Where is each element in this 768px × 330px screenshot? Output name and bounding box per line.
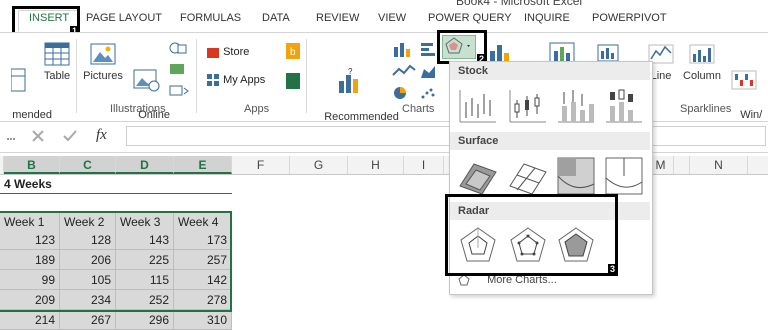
annotation-number-3: 3 [608,264,618,274]
sparkline-column-label: Column [683,70,721,82]
column-header-c[interactable]: C [60,156,116,174]
svg-text:b: b [290,47,296,58]
cancel-icon[interactable] [30,128,46,147]
title-row-border [0,193,232,194]
tab-review[interactable]: REVIEW [316,12,359,30]
bar-chart-icon[interactable] [420,41,436,60]
charts-group-label: Charts [402,103,435,115]
column-header-i[interactable]: I [404,156,444,174]
table-button[interactable]: Table [40,41,74,83]
column-header-d[interactable]: D [116,156,174,174]
column-header-e[interactable]: E [174,156,232,174]
3d-surface-chart[interactable] [456,154,500,198]
line-chart-icon[interactable] [392,63,416,82]
table-label: Table [43,70,71,82]
column-header-n[interactable]: N [690,156,748,174]
group-separator [196,39,197,113]
shapes-icon[interactable] [168,39,190,60]
column-header-g[interactable]: G [290,156,348,174]
pictures-button[interactable]: Pictures [82,41,124,83]
recommended-charts-icon: ? [339,67,358,93]
tab-data[interactable]: DATA [262,12,290,30]
apps-group-label: Apps [244,103,270,115]
my-apps-button[interactable]: My Apps [206,73,265,87]
name-box-dropdown-icon[interactable] [6,132,16,146]
selection-outline [0,211,232,312]
smartart-icon[interactable] [168,61,190,80]
tab-page-layout[interactable]: PAGE LAYOUT [86,12,162,30]
data-cell[interactable]: 267 [60,310,116,330]
data-cell[interactable]: 214 [0,310,60,330]
pie-chart-icon[interactable] [392,85,416,104]
sparkline-column-button[interactable]: Column [680,41,724,83]
insert-function-icon[interactable]: fx [96,127,107,144]
data-cell[interactable]: 296 [116,310,174,330]
column-header-b[interactable]: B [4,156,60,174]
stock-open-high-low-close-chart[interactable] [506,84,550,128]
tab-formulas[interactable]: FORMULAS [180,12,241,30]
column-chart-icon[interactable] [392,41,416,60]
online-pictures-icon [133,69,160,92]
my-apps-label: My Apps [223,73,266,86]
stock-high-low-close-chart[interactable] [456,84,500,128]
tab-powerpivot[interactable]: POWERPIVOT [592,12,667,30]
store-label: Store [223,45,250,58]
pictures-label: Pictures [83,70,123,82]
stock-volume-high-low-close-chart[interactable] [554,84,598,128]
column-header-f[interactable]: F [232,156,290,174]
formula-input[interactable] [126,126,766,146]
sparklines-group-label: Sparklines [680,103,732,115]
scatter-chart-icon[interactable] [420,85,436,104]
store-icon [207,48,219,58]
wireframe-contour-chart[interactable] [602,154,646,198]
stock-volume-open-high-low-close-chart[interactable] [602,84,646,128]
tab-power-query[interactable]: POWER QUERY [428,12,512,30]
bing-icon[interactable]: b [286,43,300,62]
sparkline-winloss-icon [731,70,757,90]
tab-view[interactable]: VIEW [378,12,406,30]
stock-section-header: Stock [450,62,650,80]
title-cell[interactable]: 4 Weeks [0,174,232,194]
surface-section-header: Surface [450,132,650,150]
annotation-box-3 [445,194,618,276]
sparkline-column-icon [689,44,715,64]
pivottable-icon [11,68,26,92]
group-separator [306,39,307,113]
screenshot-icon[interactable] [168,83,190,102]
illustrations-group-label: Illustrations [110,103,166,115]
sparkline-line-label: Line [650,70,672,82]
people-graph-icon[interactable] [286,73,300,92]
store-button[interactable]: Store [206,45,249,59]
pictures-icon [90,43,116,65]
tab-inquire[interactable]: INQUIRE [524,12,570,30]
table-icon [44,42,70,66]
area-chart-icon[interactable] [420,63,436,82]
wireframe-3d-surface-chart[interactable] [506,154,550,198]
contour-chart[interactable] [554,154,598,198]
data-cell[interactable]: 310 [174,310,232,330]
group-separator [76,39,77,113]
my-apps-icon [207,74,219,86]
enter-icon[interactable] [62,128,78,147]
column-header-h[interactable]: H [348,156,404,174]
svg-text:?: ? [348,67,353,76]
window-title: Book4 - Microsoft Excel [456,0,583,8]
